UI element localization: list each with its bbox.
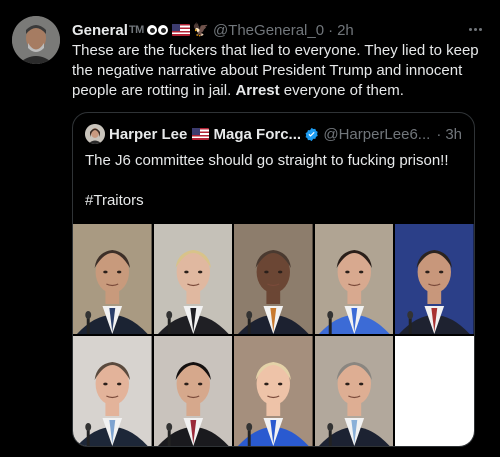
- quoted-tweet-header: Harper Lee Maga Forc... @HarperLee6... ·…: [85, 124, 462, 144]
- quoted-author-name-suffix: Maga Forc...: [213, 125, 302, 143]
- separator-dot: ·: [328, 21, 334, 39]
- tweet-text-bold: Arrest: [235, 82, 280, 99]
- author-handle[interactable]: @TheGeneral_0: [213, 22, 324, 39]
- eyes-emoji-icon: [146, 25, 169, 35]
- media-image-portrait-8[interactable]: [234, 336, 313, 446]
- us-flag-icon: [171, 24, 190, 36]
- author-name[interactable]: General: [72, 22, 128, 39]
- tweet-header: General TM 🦅 @TheGeneral_0 · 2h: [72, 19, 460, 41]
- media-image-portrait-4[interactable]: [314, 224, 394, 334]
- quoted-author-name: Harper Lee: [109, 125, 188, 143]
- verified-badge-icon: [305, 127, 318, 141]
- tweet-text-part2: everyone of them.: [279, 82, 404, 99]
- quoted-author-handle: @HarperLee6...: [323, 125, 431, 143]
- trademark-mark: TM: [128, 24, 144, 36]
- media-image-portrait-5[interactable]: [395, 224, 474, 334]
- media-image-portrait-1[interactable]: [73, 224, 152, 334]
- media-image-portrait-2[interactable]: [153, 224, 233, 334]
- media-image-portrait-6[interactable]: [73, 336, 152, 446]
- hashtag-link[interactable]: #Traitors: [85, 191, 144, 211]
- tweet-timestamp[interactable]: 2h: [337, 22, 354, 39]
- tweet-text: These are the fuckers that lied to every…: [72, 41, 487, 101]
- quoted-tweet[interactable]: Harper Lee Maga Forc... @HarperLee6... ·…: [72, 112, 475, 447]
- author-avatar[interactable]: [12, 16, 60, 64]
- more-options-icon[interactable]: [464, 18, 486, 40]
- quoted-tweet-timestamp: 3h: [445, 125, 462, 143]
- tweet-card[interactable]: General TM 🦅 @TheGeneral_0 · 2h These ar…: [0, 0, 500, 457]
- avatar-image: [12, 16, 60, 64]
- us-flag-icon: [192, 128, 209, 140]
- eagle-emoji-icon: 🦅: [192, 22, 209, 37]
- media-empty-cell: [395, 336, 474, 446]
- quoted-tweet-text: The J6 committee should go straight to f…: [85, 152, 449, 169]
- media-image-portrait-3[interactable]: [234, 224, 313, 334]
- media-image-portrait-9[interactable]: [314, 336, 394, 446]
- separator-dot: ·: [436, 125, 442, 143]
- media-grid[interactable]: [73, 224, 474, 446]
- quoted-author-avatar: [85, 124, 105, 144]
- media-image-portrait-7[interactable]: [153, 336, 233, 446]
